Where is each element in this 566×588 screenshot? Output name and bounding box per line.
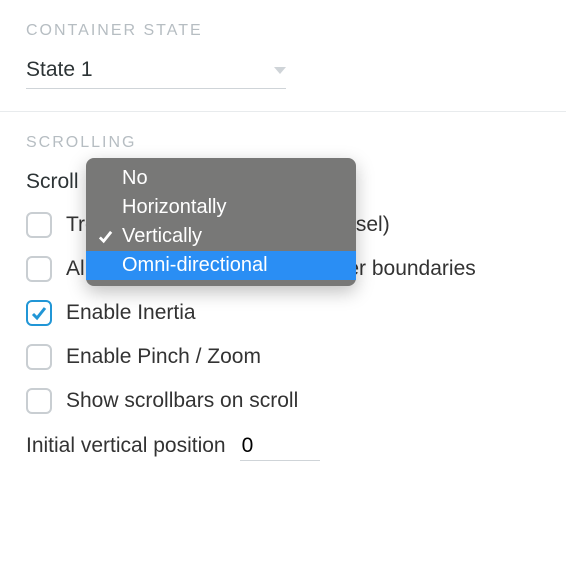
state-select-value: State 1: [26, 58, 93, 82]
check-icon: [96, 257, 114, 275]
dropdown-item-omni[interactable]: Omni-directional: [86, 251, 356, 280]
check-icon: [96, 199, 114, 217]
checkbox-pinch[interactable]: [26, 344, 52, 370]
dropdown-item-label: Horizontally: [122, 196, 226, 219]
checkbox-carousel[interactable]: [26, 212, 52, 238]
checkbox-inertia[interactable]: [26, 300, 52, 326]
container-state-heading: CONTAINER STATE: [26, 22, 540, 40]
caret-down-icon: [274, 67, 286, 74]
check-icon: [96, 228, 114, 246]
initial-vertical-label: Initial vertical position: [26, 434, 226, 458]
check-icon: [31, 305, 47, 321]
initial-vertical-row: Initial vertical position: [26, 432, 540, 461]
checkbox-scrollbars[interactable]: [26, 388, 52, 414]
checkbox-label: Enable Pinch / Zoom: [66, 345, 261, 369]
checkbox-beyond[interactable]: [26, 256, 52, 282]
dropdown-item-label: Vertically: [122, 225, 202, 248]
section-divider: [0, 111, 566, 112]
dropdown-item-label: Omni-directional: [122, 254, 268, 277]
dropdown-item-horizontally[interactable]: Horizontally: [86, 193, 356, 222]
initial-vertical-input[interactable]: [240, 432, 320, 461]
checkbox-row-scrollbars: Show scrollbars on scroll: [26, 388, 540, 414]
scrolling-heading: SCROLLING: [26, 134, 540, 152]
dropdown-item-label: No: [122, 167, 148, 190]
checkbox-label: Show scrollbars on scroll: [66, 389, 298, 413]
checkbox-row-pinch: Enable Pinch / Zoom: [26, 344, 540, 370]
dropdown-item-no[interactable]: No: [86, 164, 356, 193]
dropdown-item-vertically[interactable]: Vertically: [86, 222, 356, 251]
state-select[interactable]: State 1: [26, 58, 286, 89]
scroll-dropdown[interactable]: No Horizontally Vertically Omni-directio…: [86, 158, 356, 286]
check-icon: [96, 170, 114, 188]
checkbox-row-inertia: Enable Inertia: [26, 300, 540, 326]
checkbox-label: Enable Inertia: [66, 301, 196, 325]
